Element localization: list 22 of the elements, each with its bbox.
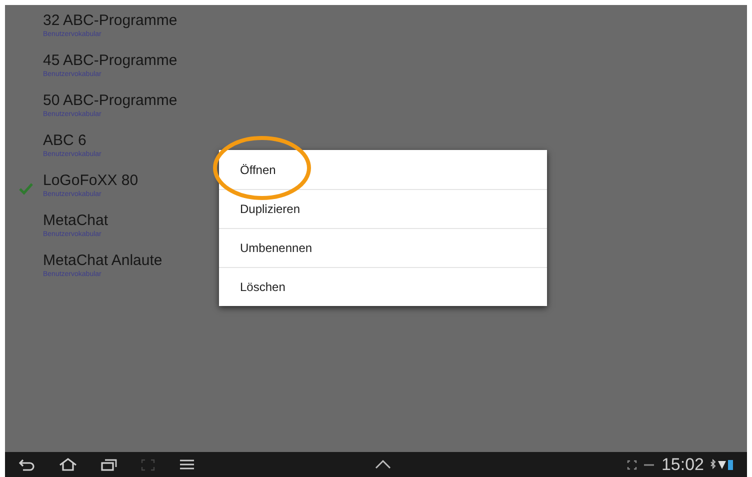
expand-icon xyxy=(627,460,638,470)
wifi-icon xyxy=(718,460,726,470)
caret-up-icon[interactable] xyxy=(375,460,391,469)
menu-item[interactable]: Duplizieren xyxy=(219,189,547,228)
bluetooth-icon xyxy=(710,459,716,470)
battery-icon xyxy=(728,459,733,470)
minus-icon xyxy=(643,462,656,466)
item-title: MetaChat Anlaute xyxy=(43,252,162,270)
item-title: 32 ABC-Programme xyxy=(43,12,178,30)
back-icon[interactable] xyxy=(19,458,35,470)
menu-item[interactable]: Öffnen xyxy=(219,150,547,189)
item-title: 45 ABC-Programme xyxy=(43,52,178,70)
menu-item[interactable]: Umbenennen xyxy=(219,228,547,267)
menu-item[interactable]: Löschen xyxy=(219,267,547,306)
menu-icon[interactable] xyxy=(179,459,195,470)
item-title: LoGoFoXX 80 xyxy=(43,172,138,190)
recent-apps-icon[interactable] xyxy=(101,458,117,470)
clock-time: 15:02 xyxy=(661,454,704,474)
item-title: MetaChat xyxy=(43,212,108,230)
home-icon[interactable] xyxy=(59,458,77,471)
item-title: ABC 6 xyxy=(43,132,88,150)
item-title: 50 ABC-Programme xyxy=(43,92,178,110)
